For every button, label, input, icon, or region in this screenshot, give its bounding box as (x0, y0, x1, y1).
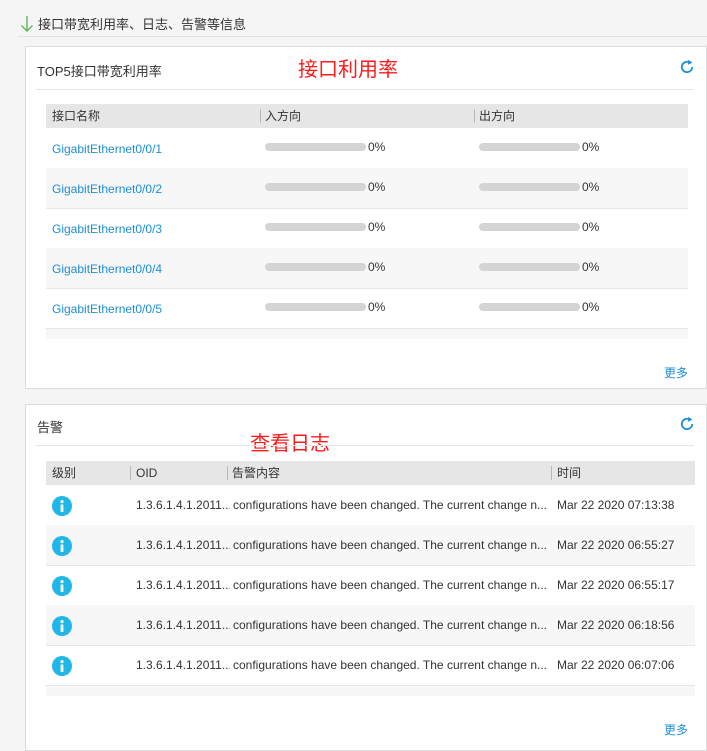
inbound-usage-percent: 0% (368, 260, 386, 274)
alarm-content: configurations have been changed. The cu… (233, 578, 547, 592)
alarm-annotation: 查看日志 (250, 433, 330, 455)
outbound-usage-bar (479, 183, 580, 191)
alarm-panel-title: 告警 (37, 420, 64, 435)
alarm-oid: 1.3.6.1.4.1.2011... (136, 618, 230, 632)
interface-link[interactable]: GigabitEthernet0/0/4 (52, 262, 162, 276)
table-row[interactable]: 1.3.6.1.4.1.2011... configurations have b… (46, 525, 695, 566)
outbound-usage-bar (479, 303, 580, 311)
info-icon (52, 496, 72, 516)
outbound-usage-bar (479, 143, 580, 151)
table-row[interactable]: 1.3.6.1.4.1.2011... configurations have b… (46, 605, 695, 646)
outbound-usage-percent: 0% (582, 220, 600, 234)
info-icon (52, 616, 72, 636)
alarm-oid: 1.3.6.1.4.1.2011... (136, 658, 230, 672)
outbound-usage-percent: 0% (582, 180, 600, 194)
column-header-level: 级别 (52, 466, 77, 480)
column-header-inbound: 入方向 (265, 109, 302, 123)
inbound-usage-percent: 0% (368, 140, 386, 154)
outbound-usage-bar (479, 263, 580, 271)
bandwidth-more-link[interactable]: 更多 (664, 364, 688, 381)
alarm-panel: 告警 查看日志 级别 OID 告警内容 时间 1.3.6.1.4.1.2011.… (25, 404, 707, 751)
inbound-usage-percent: 0% (368, 220, 386, 234)
table-row[interactable]: 1.3.6.1.4.1.2011... configurations have b… (46, 485, 695, 526)
alarm-time: Mar 22 2020 06:55:17 (557, 578, 675, 592)
arrow-down-icon (21, 16, 33, 32)
alarm-content: configurations have been changed. The cu… (233, 618, 547, 632)
alarm-time: Mar 22 2020 07:13:38 (557, 498, 675, 512)
alarm-table: 级别 OID 告警内容 时间 1.3.6.1.4.1.2011... config… (46, 461, 695, 697)
alarm-time: Mar 22 2020 06:07:06 (557, 658, 675, 672)
inbound-usage-percent: 0% (368, 180, 386, 194)
table-row[interactable]: 1.3.6.1.4.1.2011... configurations have b… (46, 565, 695, 606)
panel-divider (36, 89, 694, 90)
inbound-usage-bar (265, 223, 366, 231)
interface-link[interactable]: GigabitEthernet0/0/1 (52, 142, 162, 156)
column-header-outbound: 出方向 (479, 109, 516, 123)
table-row: GigabitEthernet0/0/4 0% 0% (46, 248, 688, 289)
bandwidth-panel: TOP5接口带宽利用率 接口利用率 接口名称 入方向 出方向 GigabitEt… (25, 46, 707, 389)
alarm-content: configurations have been changed. The cu… (233, 498, 547, 512)
column-separator (474, 109, 475, 123)
info-icon (52, 536, 72, 556)
outbound-usage-bar (479, 223, 580, 231)
interface-link[interactable]: GigabitEthernet0/0/3 (52, 222, 162, 236)
alarm-oid: 1.3.6.1.4.1.2011... (136, 498, 230, 512)
table-footer-space (46, 329, 688, 339)
table-row: GigabitEthernet0/0/5 0% 0% (46, 288, 688, 329)
inbound-usage-bar (265, 263, 366, 271)
interface-link[interactable]: GigabitEthernet0/0/5 (52, 302, 162, 316)
alarm-more-link[interactable]: 更多 (664, 721, 688, 738)
column-separator (130, 466, 131, 480)
section-title: 接口带宽利用率、日志、告警等信息 (38, 17, 247, 32)
column-header-time: 时间 (557, 466, 582, 480)
refresh-icon[interactable] (678, 415, 696, 433)
outbound-usage-percent: 0% (582, 300, 600, 314)
info-icon (52, 656, 72, 676)
outbound-usage-percent: 0% (582, 260, 600, 274)
column-header-content: 告警内容 (232, 466, 281, 480)
alarm-time: Mar 22 2020 06:18:56 (557, 618, 675, 632)
outbound-usage-percent: 0% (582, 140, 600, 154)
column-separator (260, 109, 261, 123)
table-row: GigabitEthernet0/0/1 0% 0% (46, 128, 688, 169)
table-row: GigabitEthernet0/0/3 0% 0% (46, 208, 688, 249)
bandwidth-annotation: 接口利用率 (298, 59, 398, 81)
bandwidth-table: 接口名称 入方向 出方向 GigabitEthernet0/0/1 0% 0% Gig… (46, 104, 688, 339)
bandwidth-panel-title: TOP5接口带宽利用率 (37, 64, 162, 79)
alarm-time: Mar 22 2020 06:55:27 (557, 538, 675, 552)
table-footer-space (46, 686, 695, 696)
refresh-icon[interactable] (678, 58, 696, 76)
table-header: 接口名称 入方向 出方向 (46, 104, 688, 128)
inbound-usage-percent: 0% (368, 300, 386, 314)
panel-divider (36, 445, 694, 446)
column-separator (551, 466, 552, 480)
column-separator (227, 466, 228, 480)
alarm-oid: 1.3.6.1.4.1.2011... (136, 538, 230, 552)
table-header: 级别 OID 告警内容 时间 (46, 461, 695, 485)
inbound-usage-bar (265, 183, 366, 191)
interface-link[interactable]: GigabitEthernet0/0/2 (52, 182, 162, 196)
info-icon (52, 576, 72, 596)
inbound-usage-bar (265, 143, 366, 151)
inbound-usage-bar (265, 303, 366, 311)
alarm-content: configurations have been changed. The cu… (233, 658, 547, 672)
table-row[interactable]: 1.3.6.1.4.1.2011... configurations have b… (46, 645, 695, 686)
column-header-interface: 接口名称 (52, 109, 101, 123)
alarm-oid: 1.3.6.1.4.1.2011... (136, 578, 230, 592)
table-row: GigabitEthernet0/0/2 0% 0% (46, 168, 688, 209)
alarm-content: configurations have been changed. The cu… (233, 538, 547, 552)
section-header[interactable]: 接口带宽利用率、日志、告警等信息 (18, 12, 707, 37)
column-header-oid: OID (136, 466, 158, 480)
